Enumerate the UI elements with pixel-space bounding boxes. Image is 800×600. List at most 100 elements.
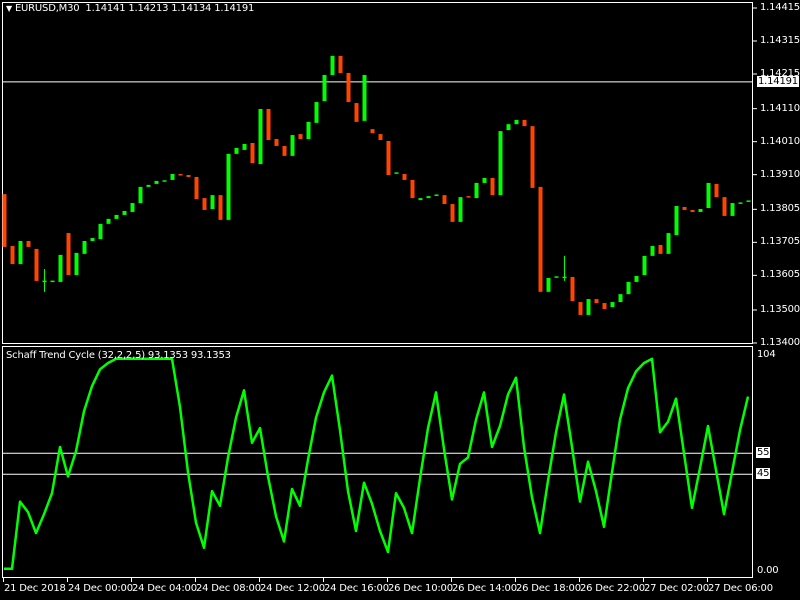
bull-candle bbox=[242, 143, 247, 150]
bear-candle bbox=[202, 198, 207, 210]
bull-candle bbox=[210, 195, 215, 209]
time-tick-label: 26 Dec 22:00 bbox=[580, 583, 645, 594]
bull-candle bbox=[738, 202, 743, 204]
bull-candle bbox=[610, 302, 615, 308]
indicator-scale-min: 0.00 bbox=[757, 565, 779, 576]
time-tick-label: 26 Dec 18:00 bbox=[516, 583, 581, 594]
bull-candle bbox=[50, 280, 55, 283]
bear-candle bbox=[570, 276, 575, 302]
bull-candle bbox=[426, 196, 431, 199]
bear-candle bbox=[530, 126, 535, 188]
bull-candle bbox=[434, 194, 439, 196]
bull-candle bbox=[474, 182, 479, 199]
price-tick-label: 1.13705 bbox=[760, 236, 800, 248]
bear-candle bbox=[378, 134, 383, 141]
chart-header: ▼ EURUSD,M30 1.14141 1.14213 1.14134 1.1… bbox=[6, 3, 254, 14]
time-tick-label: 26 Dec 10:00 bbox=[388, 583, 453, 594]
time-tick-label: 26 Dec 14:00 bbox=[452, 583, 517, 594]
time-tick-label: 24 Dec 08:00 bbox=[196, 583, 261, 594]
bear-candle bbox=[714, 183, 719, 198]
bull-candle bbox=[698, 208, 703, 212]
bear-candle bbox=[690, 209, 695, 212]
bull-candle bbox=[618, 294, 623, 303]
bear-candle bbox=[442, 195, 447, 205]
bear-candle bbox=[602, 303, 607, 309]
candles-layer bbox=[2, 55, 751, 315]
symbol-timeframe: EURUSD,M30 bbox=[14, 3, 80, 14]
bear-candle bbox=[178, 174, 183, 176]
bull-candle bbox=[506, 124, 511, 131]
ohlc-readout: 1.14141 1.14213 1.14134 1.14191 bbox=[85, 3, 255, 14]
bull-candle bbox=[234, 147, 239, 154]
bull-candle bbox=[650, 245, 655, 256]
bull-candle bbox=[258, 108, 263, 165]
bear-candle bbox=[522, 119, 527, 127]
current-price-label: 1.14191 bbox=[757, 76, 799, 87]
price-tick-label: 1.13805 bbox=[760, 203, 800, 215]
bull-candle bbox=[114, 214, 119, 219]
price-tick-label: 1.14315 bbox=[760, 35, 800, 46]
triangle-down-icon[interactable]: ▼ bbox=[6, 4, 12, 13]
bull-candle bbox=[146, 184, 151, 187]
bull-candle bbox=[418, 198, 423, 201]
bull-candle bbox=[746, 200, 751, 202]
time-tick-label: 24 Dec 12:00 bbox=[260, 583, 325, 594]
bull-candle bbox=[42, 280, 47, 283]
time-tick-label: 24 Dec 00:00 bbox=[68, 583, 133, 594]
bull-candle bbox=[498, 131, 503, 196]
bear-candle bbox=[186, 174, 191, 177]
stc-line bbox=[4, 357, 750, 571]
bear-candle bbox=[386, 141, 391, 175]
chart-canvas[interactable] bbox=[0, 0, 800, 600]
bear-candle bbox=[282, 145, 287, 156]
bull-candle bbox=[82, 241, 87, 254]
bear-candle bbox=[466, 196, 471, 198]
bear-candle bbox=[34, 248, 39, 281]
bear-candle bbox=[490, 177, 495, 196]
bear-candle bbox=[346, 73, 351, 103]
bear-candle bbox=[402, 174, 407, 180]
bear-candle bbox=[370, 129, 375, 134]
indicator-title: Schaff Trend Cycle (32,2,2,5) 93.1353 93… bbox=[6, 350, 231, 361]
bull-candle bbox=[90, 238, 95, 242]
bull-candle bbox=[626, 281, 631, 295]
bear-candle bbox=[66, 233, 71, 275]
axis-ticks bbox=[3, 7, 757, 582]
bull-candle bbox=[138, 186, 143, 204]
bear-candle bbox=[354, 103, 359, 122]
bull-candle bbox=[482, 177, 487, 183]
bull-candle bbox=[122, 210, 127, 215]
bull-candle bbox=[322, 74, 327, 102]
chart-frame bbox=[2, 2, 753, 578]
bear-candle bbox=[338, 55, 343, 74]
bull-candle bbox=[170, 174, 175, 180]
bear-candle bbox=[26, 241, 31, 247]
price-tick-label: 1.14110 bbox=[760, 102, 800, 114]
bear-candle bbox=[218, 195, 223, 220]
bull-candle bbox=[74, 252, 79, 275]
bear-candle bbox=[274, 139, 279, 146]
bull-candle bbox=[706, 182, 711, 208]
time-tick-label: 27 Dec 02:00 bbox=[644, 583, 709, 594]
price-tick-label: 1.14415 bbox=[760, 2, 800, 13]
bear-candle bbox=[682, 207, 687, 210]
main-panel-border bbox=[2, 2, 753, 344]
price-tick-label: 1.13500 bbox=[760, 303, 800, 315]
bull-candle bbox=[106, 218, 111, 224]
bull-candle bbox=[226, 153, 231, 220]
bull-candle bbox=[154, 180, 159, 184]
bull-candle bbox=[314, 102, 319, 123]
bull-candle bbox=[514, 119, 519, 125]
price-tick-label: 1.13400 bbox=[760, 336, 800, 348]
bear-candle bbox=[594, 299, 599, 304]
level-label-55: 55 bbox=[756, 447, 771, 458]
indicator-panel-border bbox=[2, 346, 753, 578]
bull-candle bbox=[130, 203, 135, 212]
bear-candle bbox=[658, 244, 663, 254]
bear-candle bbox=[10, 245, 15, 265]
bear-candle bbox=[578, 302, 583, 315]
bull-candle bbox=[306, 121, 311, 140]
price-tick-label: 1.14010 bbox=[760, 135, 800, 147]
indicator-scale-max: 104 bbox=[757, 349, 776, 360]
bear-candle bbox=[266, 108, 271, 141]
